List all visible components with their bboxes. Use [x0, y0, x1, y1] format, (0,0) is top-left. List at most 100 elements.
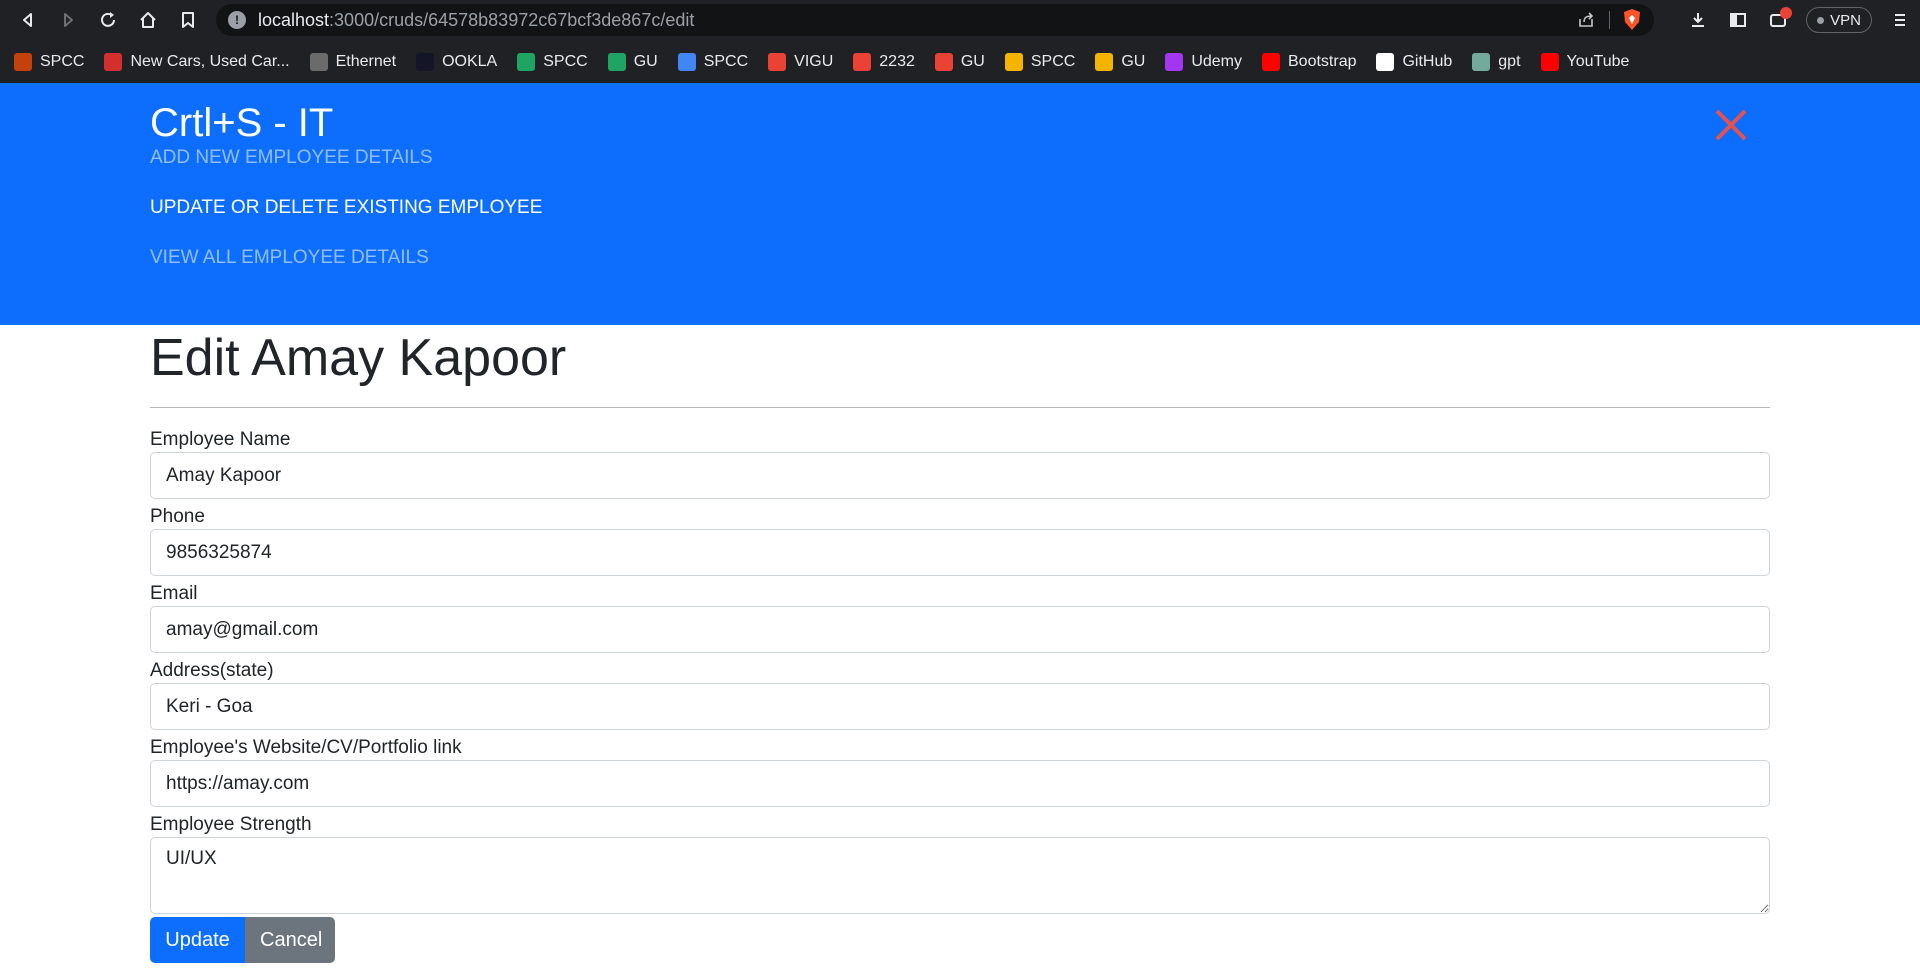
bookmark-label: GU — [633, 52, 658, 70]
google-icon — [677, 52, 696, 71]
website-label: Employee's Website/CV/Portfolio link — [150, 737, 462, 758]
edit-form: Edit Amay Kapoor Employee Name Phone Ema… — [150, 325, 1770, 963]
ethernet-icon — [309, 52, 328, 71]
wallet-icon[interactable] — [1758, 0, 1798, 40]
share-icon[interactable] — [1576, 10, 1596, 30]
bookmark-item[interactable]: OOKLA — [416, 52, 498, 71]
divider — [1609, 11, 1610, 29]
bookmark-item[interactable]: GU — [607, 52, 658, 71]
strength-field-group: Employee Strength UI/UX — [150, 813, 1770, 914]
address-input[interactable] — [150, 683, 1770, 730]
bookmark-item[interactable]: Bootstrap — [1262, 52, 1357, 71]
gmail-icon — [853, 52, 872, 71]
vpn-status-dot — [1817, 16, 1825, 24]
forward-icon[interactable] — [48, 0, 88, 40]
classroom-icon — [1004, 52, 1023, 71]
bookmark-item[interactable]: GU — [1095, 52, 1146, 71]
bookmark-label: GitHub — [1402, 52, 1453, 70]
browser-toolbar: ! localhost:3000/cruds/64578b83972c67bcf… — [0, 0, 1920, 40]
sidebar-icon[interactable] — [1718, 0, 1758, 40]
menu-icon[interactable] — [1880, 0, 1920, 40]
email-input[interactable] — [150, 606, 1770, 653]
openai-icon — [1472, 52, 1491, 71]
bookmark-icon[interactable] — [168, 0, 208, 40]
website-input[interactable] — [150, 760, 1770, 807]
bookmark-label: SPCC — [40, 52, 85, 70]
browser-tools: VPN — [1678, 0, 1920, 40]
bookmark-item[interactable]: Ethernet — [309, 52, 396, 71]
bookmarks-bar: SPCC New Cars, Used Car... Ethernet OOKLA SP… — [0, 40, 1920, 83]
bookmark-label: GU — [960, 52, 985, 70]
udemy-icon — [1165, 52, 1184, 71]
cars-icon — [104, 52, 123, 71]
youtube-icon — [1540, 52, 1559, 71]
bookmark-label: VIGU — [794, 52, 834, 70]
bookmark-label: gpt — [1498, 52, 1521, 70]
bookmark-label: SPCC — [1030, 52, 1076, 70]
bookmark-item[interactable]: SPCC — [1004, 52, 1076, 71]
download-icon[interactable] — [1678, 0, 1718, 40]
nav-add-employee[interactable]: Add New Employee Details — [150, 147, 433, 169]
name-label: Employee Name — [150, 429, 291, 450]
spcc-logo-icon — [14, 52, 32, 71]
youtube-icon — [1262, 52, 1280, 71]
bookmark-label: GU — [1121, 52, 1146, 70]
bookmark-item[interactable]: SPCC — [517, 52, 588, 71]
bookmark-item[interactable]: YouTube — [1540, 52, 1630, 71]
bookmark-item[interactable]: GitHub — [1376, 52, 1453, 71]
home-icon[interactable] — [128, 0, 168, 40]
bookmark-item[interactable]: 2232 — [853, 52, 915, 71]
site-info-icon[interactable]: ! — [228, 11, 246, 29]
url-text[interactable]: localhost:3000/cruds/64578b83972c67bcf3d… — [258, 10, 694, 31]
reload-icon[interactable] — [88, 0, 128, 40]
gmail-icon — [768, 52, 787, 71]
name-field-group: Employee Name — [150, 428, 1770, 499]
drive-icon — [517, 52, 536, 71]
bookmark-label: SPCC — [543, 52, 588, 70]
website-field-group: Employee's Website/CV/Portfolio link — [150, 736, 1770, 807]
employee-name-input[interactable] — [150, 452, 1770, 499]
back-icon[interactable] — [8, 0, 48, 40]
page-title: Edit Amay Kapoor — [150, 329, 567, 387]
bookmark-label: Udemy — [1191, 52, 1242, 70]
phone-field-group: Phone — [150, 505, 1770, 576]
address-field-group: Address(state) — [150, 659, 1770, 730]
divider — [150, 407, 1770, 408]
close-icon[interactable] — [1713, 107, 1749, 143]
strength-label: Employee Strength — [150, 814, 312, 835]
notification-dot — [1780, 7, 1793, 19]
classroom-icon — [1095, 52, 1114, 71]
nav-update-employee[interactable]: Update or Delete Existing Employee — [150, 197, 542, 219]
site-navbar: Crtl+S - IT Add New Employee Details Upd… — [0, 83, 1920, 325]
nav-view-employees[interactable]: View All Employee Details — [150, 247, 429, 269]
bookmark-item[interactable]: SPCC — [14, 52, 85, 71]
update-button[interactable]: Update — [150, 917, 245, 963]
strength-textarea[interactable]: UI/UX — [150, 837, 1770, 914]
vpn-label: VPN — [1830, 11, 1861, 29]
bookmark-item[interactable]: GU — [934, 52, 985, 71]
address-label: Address(state) — [150, 660, 274, 681]
bookmark-label: 2232 — [879, 52, 915, 70]
github-icon — [1376, 52, 1395, 71]
bookmark-label: New Cars, Used Car... — [130, 52, 290, 70]
brand-title[interactable]: Crtl+S - IT — [150, 101, 333, 146]
bookmark-label: YouTube — [1566, 52, 1630, 70]
cancel-button[interactable]: Cancel — [245, 917, 335, 963]
bookmark-item[interactable]: gpt — [1472, 52, 1521, 71]
email-field-group: Email — [150, 582, 1770, 653]
gmail-icon — [934, 52, 953, 71]
phone-input[interactable] — [150, 529, 1770, 576]
bookmark-label: OOKLA — [442, 52, 498, 70]
vpn-button[interactable]: VPN — [1806, 7, 1872, 33]
bookmark-label: Bootstrap — [1288, 52, 1357, 70]
bookmark-label: SPCC — [703, 52, 749, 70]
bookmark-item[interactable]: VIGU — [768, 52, 834, 71]
address-bar[interactable]: ! localhost:3000/cruds/64578b83972c67bcf… — [216, 4, 1654, 36]
ookla-icon — [416, 52, 435, 71]
drive-icon — [607, 52, 626, 71]
brave-shield-icon[interactable] — [1620, 8, 1644, 32]
bookmark-item[interactable]: SPCC — [677, 52, 749, 71]
bookmark-item[interactable]: Udemy — [1165, 52, 1242, 71]
email-label: Email — [150, 583, 198, 604]
bookmark-item[interactable]: New Cars, Used Car... — [104, 52, 290, 71]
